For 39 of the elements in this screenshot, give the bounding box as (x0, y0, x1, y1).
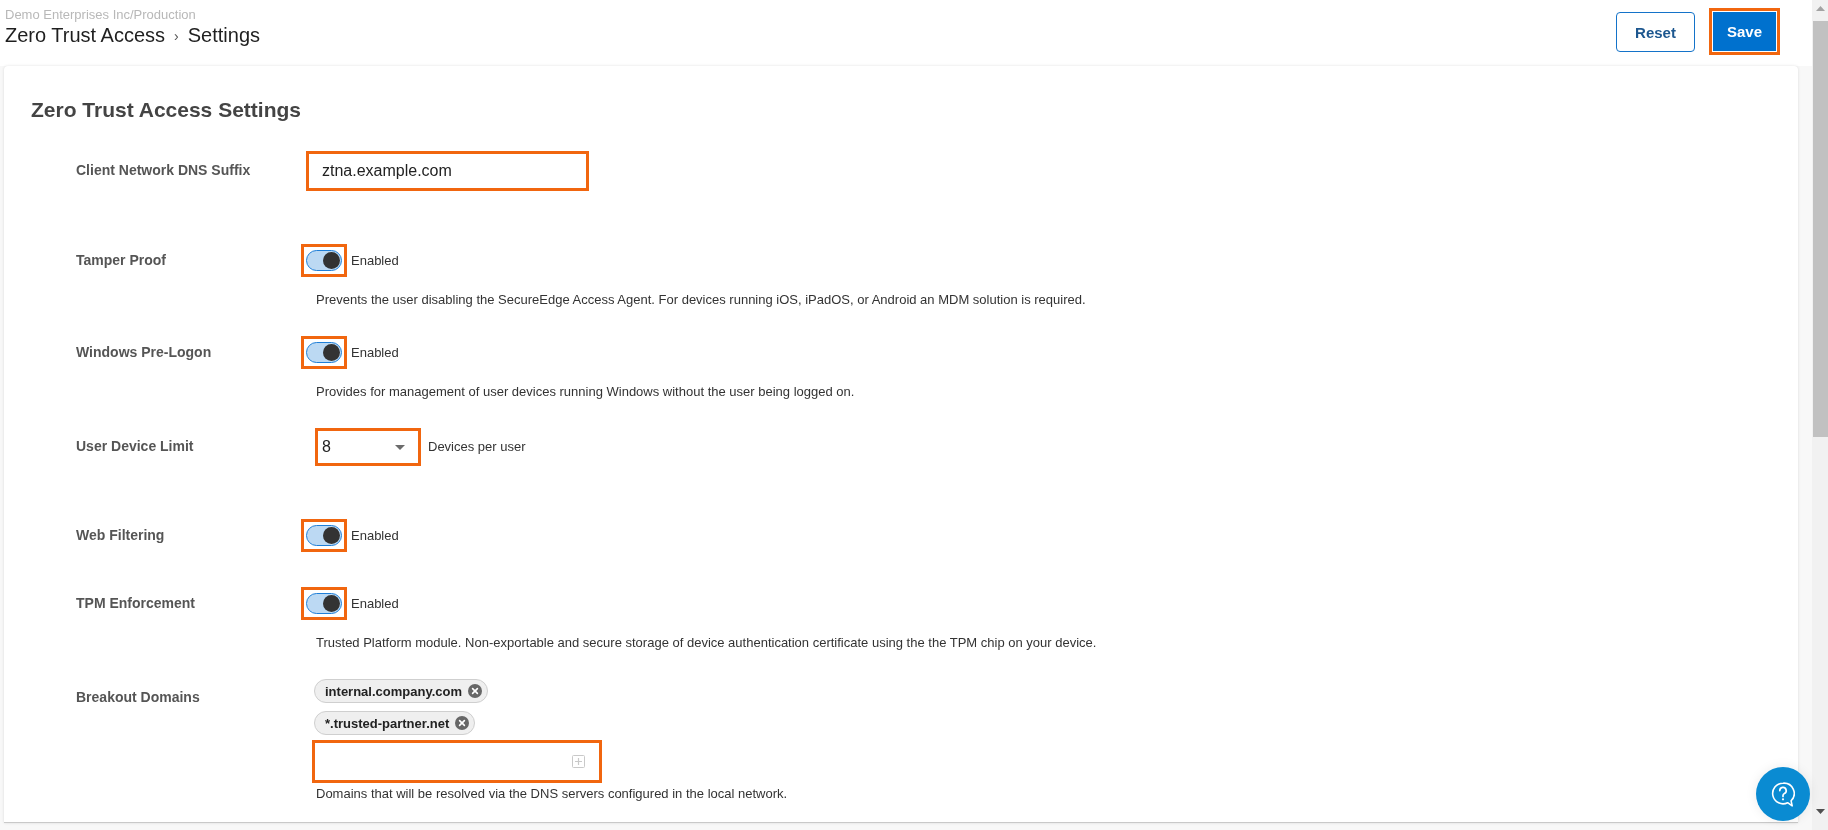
field-description: Provides for management of user devices running Windows without the user being logged on. (316, 384, 855, 400)
toggle-status: Enabled (351, 527, 399, 544)
toggle-switch[interactable] (301, 587, 347, 620)
dropdown-suffix: Devices per user (428, 439, 526, 455)
toggle-status: Enabled (351, 595, 399, 612)
field-description: Domains that will be resolved via the DNS servers configured in the local network. (316, 786, 788, 802)
toggle-switch[interactable] (301, 519, 347, 552)
section-title: Zero Trust Access Settings (31, 98, 302, 122)
toggle-status: Enabled (351, 252, 399, 269)
dropdown[interactable]: 8 (315, 428, 421, 466)
caret-down-icon (395, 444, 405, 450)
save-button[interactable]: Save (1709, 8, 1780, 55)
tag-input-field[interactable] (312, 740, 602, 783)
text-input-field[interactable]: ztna.example.com (306, 151, 589, 191)
toggle-status: Enabled (351, 344, 399, 361)
field-label: User Device Limit (76, 438, 194, 455)
field-label: Web Filtering (76, 527, 165, 544)
scrollbar-thumb[interactable] (1812, 21, 1828, 437)
field-label: Tamper Proof (76, 252, 166, 269)
breadcrumb-link[interactable]: Zero Trust Access (5, 24, 166, 47)
page-title: Settings (187, 24, 260, 47)
field-description: Trusted Platform module. Non-exportable and secure storage of device authentication certificate using the the TPM chip on your device. (316, 635, 1097, 651)
field-label: Breakout Domains (76, 689, 200, 706)
toggle-switch[interactable] (301, 244, 347, 277)
remove-icon[interactable] (455, 716, 470, 730)
field-label: TPM Enforcement (76, 595, 195, 612)
remove-icon[interactable] (468, 684, 482, 698)
breadcrumb-separator: › (174, 27, 179, 44)
help-icon (1771, 781, 1795, 807)
toggle-switch[interactable] (301, 336, 347, 369)
domain-tag[interactable]: internal.company.com (314, 679, 488, 703)
field-description: Prevents the user disabling the SecureEdge Access Agent. For devices running iOS, iPadOS, or Android an MDM solution is required. (316, 292, 1086, 308)
scroll-down-icon[interactable] (1815, 809, 1825, 814)
field-label: Client Network DNS Suffix (76, 162, 251, 179)
domain-tag[interactable]: *.trusted-partner.net (314, 711, 476, 735)
field-label: Windows Pre-Logon (76, 344, 212, 361)
scrollbar[interactable] (1812, 0, 1828, 830)
tenant-path: Demo Enterprises Inc/Production (5, 7, 196, 23)
reset-button[interactable]: Reset (1616, 12, 1695, 52)
